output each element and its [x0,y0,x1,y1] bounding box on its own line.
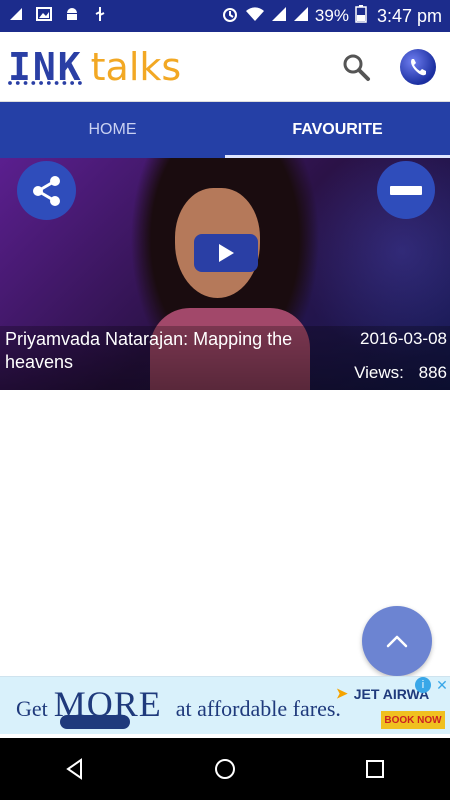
usb-icon [92,6,108,26]
tab-home[interactable]: HOME [0,102,225,158]
app-bar: INK talks [0,32,450,102]
recents-icon [366,760,384,778]
android-icon [64,6,80,26]
phone-button[interactable] [400,48,436,85]
tab-favourite[interactable]: FAVOURITE [225,102,450,158]
search-button[interactable] [334,45,378,89]
play-icon [219,244,234,262]
chevron-up-icon [386,635,408,648]
logo-talks-text: talks [90,44,182,89]
video-title: Priyamvada Natarajan: Mapping the heaven… [5,329,293,372]
ad-banner[interactable]: Get MORE at affordable fares. ➤ JET AIRW… [0,676,450,734]
ad-info-icon[interactable]: i [415,677,431,693]
app-logo: INK talks [8,45,334,89]
video-views: Views: 886 [354,363,447,383]
play-button[interactable] [194,234,258,272]
views-count: 886 [418,363,447,382]
logo-ink-text: INK [8,44,83,89]
tab-bar: HOME FAVOURITE [0,102,450,158]
notification-icon [8,6,24,26]
status-system: 39% 3:47 pm [221,4,442,28]
minus-icon [390,185,422,195]
recents-button[interactable] [345,739,405,799]
back-icon [66,758,82,780]
back-button[interactable] [45,739,105,799]
image-icon [36,6,52,26]
clock: 3:47 pm [376,5,442,26]
battery-icon [355,4,367,28]
video-card[interactable]: Priyamvada Natarajan: Mapping the heaven… [0,158,450,390]
wifi-icon [245,6,265,27]
share-icon [32,175,60,206]
search-icon [343,54,370,81]
book-now-button[interactable]: BOOK NOW [381,711,445,729]
ad-close-icon[interactable]: ✕ [434,677,450,693]
status-bar: 39% 3:47 pm [0,0,450,32]
battery-percent: 39% [314,6,349,25]
views-label: Views: [354,363,404,382]
scroll-top-button[interactable] [362,606,432,676]
share-button[interactable] [17,161,76,220]
home-circle-icon [215,759,235,779]
ad-get-text: Get [16,696,48,721]
airline-logo-icon: ➤ [336,685,348,701]
remove-favourite-button[interactable] [377,161,435,219]
signal-icon [271,6,287,27]
ad-fares-text: at affordable fares. [175,696,341,721]
signal-icon-2 [293,6,309,27]
home-button[interactable] [195,739,255,799]
alarm-icon [221,5,239,28]
system-nav-bar [0,738,450,800]
video-date: 2016-03-08 [360,329,447,348]
status-notifications [8,6,221,26]
phone-icon [411,58,426,75]
airplane-image [60,715,130,729]
